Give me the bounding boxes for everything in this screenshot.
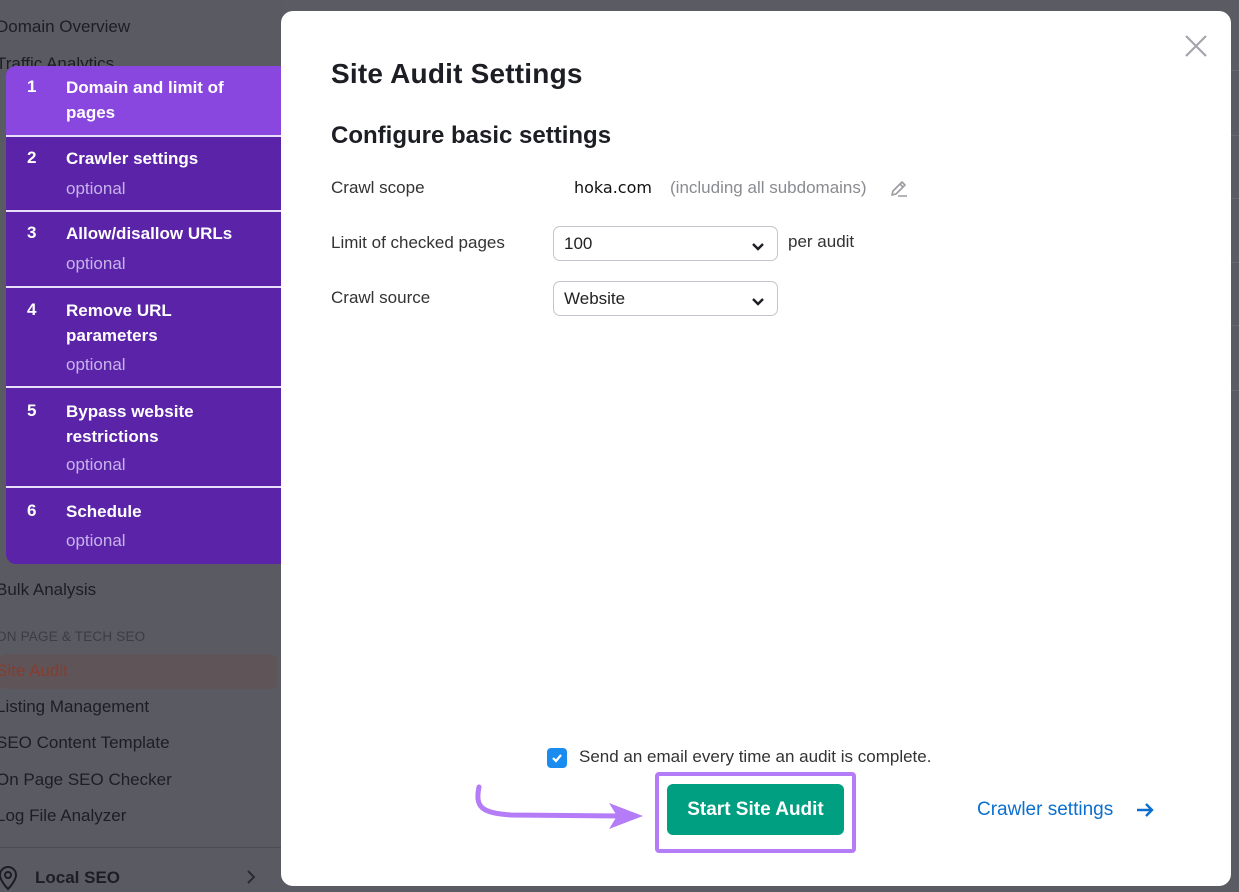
chevron-down-icon bbox=[751, 239, 765, 257]
step-1-domain-limit[interactable]: 1 Domain and limit of pages bbox=[6, 66, 282, 137]
modal-title: Site Audit Settings bbox=[331, 58, 583, 89]
crawl-source-value: Website bbox=[564, 289, 626, 308]
step-5-bypass-restrictions[interactable]: 5 Bypass website restrictions optional bbox=[6, 388, 282, 488]
start-site-audit-button[interactable]: Start Site Audit bbox=[667, 784, 844, 835]
step-3-allow-disallow-urls[interactable]: 3 Allow/disallow URLs optional bbox=[6, 212, 282, 288]
pencil-edit-icon[interactable] bbox=[889, 178, 909, 203]
email-notification-checkbox[interactable] bbox=[547, 748, 567, 768]
crawler-settings-next-link[interactable]: Crawler settings bbox=[977, 799, 1155, 821]
crawl-source-select[interactable]: Website bbox=[553, 281, 778, 316]
local-seo-label: Local SEO bbox=[35, 868, 121, 887]
site-audit-settings-modal: Site Audit Settings Configure basic sett… bbox=[281, 11, 1231, 886]
sidebar-item-site-audit[interactable]: Site Audit bbox=[0, 661, 68, 681]
sidebar-item-domain-overview[interactable]: Domain Overview bbox=[0, 17, 130, 37]
close-icon bbox=[1185, 35, 1207, 57]
checkmark-icon bbox=[552, 754, 562, 763]
annotation-arrow-icon bbox=[475, 784, 643, 829]
crawl-scope-note: (including all subdomains) bbox=[670, 178, 867, 197]
sidebar-item-seo-content-template[interactable]: SEO Content Template bbox=[0, 733, 170, 753]
crawl-scope-label: Crawl scope bbox=[331, 178, 425, 197]
chevron-down-icon bbox=[751, 294, 765, 312]
step-optional-label: optional bbox=[66, 455, 126, 474]
step-title: Bypass website restrictions bbox=[66, 402, 194, 446]
sidebar-item-listing-management[interactable]: Listing Management bbox=[0, 697, 149, 717]
email-notification-label: Send an email every time an audit is com… bbox=[579, 747, 932, 766]
step-2-crawler-settings[interactable]: 2 Crawler settings optional bbox=[6, 137, 282, 212]
per-audit-suffix: per audit bbox=[788, 232, 855, 251]
crawler-settings-link-label: Crawler settings bbox=[977, 799, 1114, 820]
step-title: Domain and limit of pages bbox=[66, 78, 224, 122]
step-title: Schedule bbox=[66, 502, 142, 521]
limit-pages-value: 100 bbox=[564, 234, 593, 253]
step-number: 6 bbox=[27, 501, 37, 520]
sidebar-section-title: ON PAGE & TECH SEO bbox=[0, 629, 146, 644]
chevron-right-icon bbox=[246, 869, 256, 890]
step-number: 4 bbox=[27, 300, 37, 319]
step-optional-label: optional bbox=[66, 531, 126, 550]
limit-pages-label: Limit of checked pages bbox=[331, 233, 505, 252]
close-button[interactable] bbox=[1181, 31, 1211, 61]
sidebar-item-on-page-seo-checker[interactable]: On Page SEO Checker bbox=[0, 770, 172, 790]
step-title: Remove URL parameters bbox=[66, 301, 172, 345]
crawl-source-label: Crawl source bbox=[331, 288, 431, 307]
settings-steps-nav: 1 Domain and limit of pages 2 Crawler se… bbox=[6, 66, 282, 564]
sidebar-item-bulk-analysis[interactable]: Bulk Analysis bbox=[0, 580, 96, 600]
section-heading: Configure basic settings bbox=[331, 122, 612, 149]
sidebar-group-local-seo[interactable]: Local SEO bbox=[0, 860, 282, 892]
step-title: Allow/disallow URLs bbox=[66, 224, 233, 243]
sidebar-divider bbox=[0, 847, 282, 848]
step-number: 5 bbox=[27, 401, 37, 420]
step-6-schedule[interactable]: 6 Schedule optional bbox=[6, 488, 282, 564]
step-number: 2 bbox=[27, 148, 37, 167]
crawl-scope-domain: hoka.com bbox=[574, 178, 652, 197]
map-pin-icon bbox=[0, 865, 18, 892]
step-optional-label: optional bbox=[66, 254, 126, 273]
limit-pages-select[interactable]: 100 bbox=[553, 226, 778, 261]
step-title: Crawler settings bbox=[66, 149, 199, 168]
step-4-remove-url-parameters[interactable]: 4 Remove URL parameters optional bbox=[6, 288, 282, 388]
step-number: 1 bbox=[27, 77, 37, 96]
arrow-right-icon bbox=[1137, 803, 1154, 817]
step-optional-label: optional bbox=[66, 355, 126, 374]
sidebar-item-log-file-analyzer[interactable]: Log File Analyzer bbox=[0, 806, 126, 826]
step-number: 3 bbox=[27, 223, 37, 242]
step-optional-label: optional bbox=[66, 179, 126, 198]
